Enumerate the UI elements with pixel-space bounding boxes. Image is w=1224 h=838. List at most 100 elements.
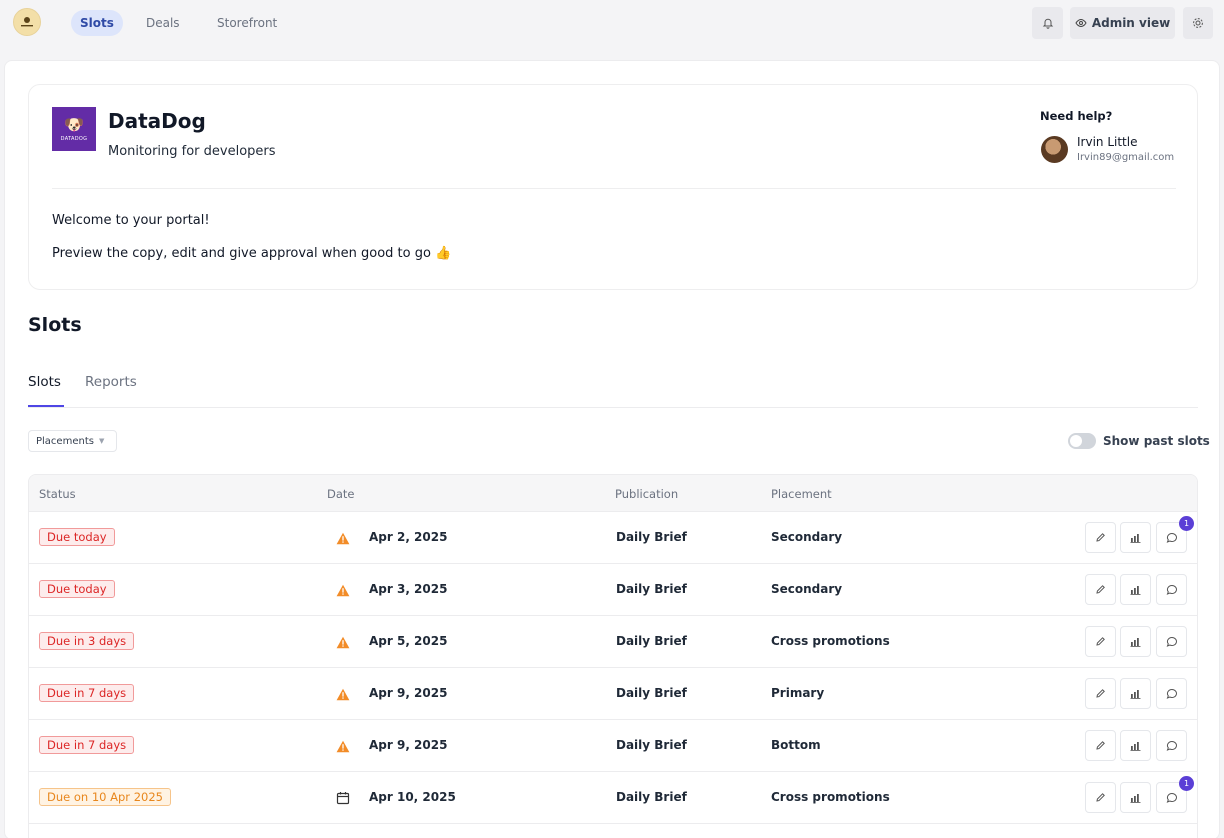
placement-name: Secondary bbox=[771, 582, 843, 596]
stats-icon bbox=[1130, 742, 1141, 751]
comment-icon bbox=[1166, 584, 1177, 595]
main-panel: 🐶 DATADOG DataDog Monitoring for develop… bbox=[4, 60, 1220, 838]
table-row[interactable]: Due in 7 days Apr 9, 2025 Daily Brief Botto… bbox=[29, 720, 1197, 772]
table-row[interactable]: Due in 7 days Apr 9, 2025 Daily Brief Prima… bbox=[29, 668, 1197, 720]
slot-date: Apr 2, 2025 bbox=[369, 530, 448, 544]
date-icon bbox=[330, 577, 356, 603]
date-icon bbox=[330, 525, 356, 551]
stats-button[interactable] bbox=[1120, 678, 1151, 709]
edit-button[interactable] bbox=[1085, 574, 1116, 605]
calendar-icon bbox=[336, 792, 350, 805]
comments-button[interactable] bbox=[1156, 678, 1187, 709]
stats-button[interactable] bbox=[1120, 574, 1151, 605]
pencil-icon bbox=[1096, 637, 1105, 646]
tab-slots[interactable]: Slots bbox=[28, 374, 61, 390]
stats-button[interactable] bbox=[1120, 626, 1151, 657]
table-header: Status Date Publication Placement bbox=[29, 475, 1197, 512]
avatar bbox=[1041, 136, 1068, 163]
top-nav: Slots Deals Storefront Admin view bbox=[4, 4, 1220, 44]
placement-name: Secondary bbox=[771, 530, 843, 544]
publication-name: Daily Brief bbox=[616, 790, 687, 804]
dog-icon: 🐶 bbox=[64, 114, 84, 134]
pencil-icon bbox=[1096, 741, 1105, 750]
card-divider bbox=[52, 188, 1176, 189]
column-header-date: Date bbox=[327, 487, 355, 501]
slot-date: Apr 5, 2025 bbox=[369, 634, 448, 648]
gear-icon bbox=[1193, 18, 1203, 28]
date-icon bbox=[330, 785, 356, 811]
warning-icon bbox=[336, 532, 350, 544]
slots-table: Status Date Publication Placement Due to… bbox=[28, 474, 1198, 838]
brand-logo-icon[interactable] bbox=[13, 8, 41, 36]
warning-icon bbox=[336, 740, 350, 752]
placement-name: Bottom bbox=[771, 738, 821, 752]
date-icon bbox=[330, 733, 356, 759]
comment-icon bbox=[1166, 636, 1177, 647]
stats-button[interactable] bbox=[1120, 730, 1151, 761]
stats-button[interactable] bbox=[1120, 522, 1151, 553]
status-badge: Due today bbox=[39, 580, 115, 598]
show-past-slots-toggle[interactable] bbox=[1068, 433, 1096, 449]
warning-icon bbox=[336, 584, 350, 596]
edit-button[interactable] bbox=[1085, 522, 1116, 553]
placement-name: Primary bbox=[771, 686, 825, 700]
warning-icon bbox=[336, 636, 350, 648]
notifications-button[interactable] bbox=[1032, 7, 1063, 39]
comment-count-badge: 1 bbox=[1179, 516, 1194, 531]
edit-button[interactable] bbox=[1085, 730, 1116, 761]
contact-email[interactable]: Irvin89@gmail.com bbox=[1077, 152, 1174, 163]
comments-button[interactable] bbox=[1156, 730, 1187, 761]
placements-filter-label: Placements bbox=[36, 435, 94, 447]
pencil-icon bbox=[1096, 793, 1105, 802]
nav-item-deals[interactable]: Deals bbox=[137, 10, 189, 36]
column-header-placement: Placement bbox=[771, 487, 832, 501]
stats-icon bbox=[1130, 586, 1141, 595]
stats-icon bbox=[1130, 690, 1141, 699]
publication-name: Daily Brief bbox=[616, 634, 687, 648]
datadog-logo: 🐶 DATADOG bbox=[52, 107, 96, 151]
edit-button[interactable] bbox=[1085, 782, 1116, 813]
table-row[interactable]: Due on 10 Apr 2025 Apr 10, 2025 Daily Brie… bbox=[29, 772, 1197, 824]
publication-name: Daily Brief bbox=[616, 686, 687, 700]
column-header-publication: Publication bbox=[615, 487, 679, 501]
stats-icon bbox=[1130, 638, 1141, 647]
show-past-slots-label: Show past slots bbox=[1103, 434, 1210, 448]
publication-name: Daily Brief bbox=[616, 582, 687, 596]
brand-subtitle: Monitoring for developers bbox=[108, 144, 276, 159]
stats-icon bbox=[1130, 534, 1141, 543]
chevron-down-icon: ▼ bbox=[98, 437, 105, 445]
comment-icon bbox=[1166, 740, 1177, 751]
pencil-icon bbox=[1096, 585, 1105, 594]
status-badge: Due on 10 Apr 2025 bbox=[39, 788, 171, 806]
date-icon bbox=[330, 629, 356, 655]
publication-name: Daily Brief bbox=[616, 530, 687, 544]
tab-reports[interactable]: Reports bbox=[85, 374, 137, 390]
column-header-status: Status bbox=[39, 487, 76, 501]
admin-view-button[interactable]: Admin view bbox=[1070, 7, 1175, 39]
comment-icon bbox=[1166, 792, 1177, 803]
placement-name: Cross promotions bbox=[771, 634, 890, 648]
slot-date: Apr 10, 2025 bbox=[369, 790, 456, 804]
table-row[interactable]: Due today Apr 2, 2025 Daily Brief Secondary… bbox=[29, 512, 1197, 564]
comment-count-badge: 1 bbox=[1179, 776, 1194, 791]
table-row[interactable]: Due in 3 days Apr 5, 2025 Daily Brief Cross… bbox=[29, 616, 1197, 668]
stats-button[interactable] bbox=[1120, 782, 1151, 813]
welcome-message: Welcome to your portal! bbox=[52, 213, 210, 228]
edit-button[interactable] bbox=[1085, 678, 1116, 709]
comment-icon bbox=[1166, 532, 1177, 543]
edit-button[interactable] bbox=[1085, 626, 1116, 657]
placements-filter[interactable]: Placements ▼ bbox=[28, 430, 117, 452]
page-title: Slots bbox=[28, 314, 82, 336]
comment-icon bbox=[1166, 688, 1177, 699]
contact-name: Irvin Little bbox=[1077, 135, 1138, 149]
settings-button[interactable] bbox=[1183, 7, 1213, 39]
nav-item-slots[interactable]: Slots bbox=[71, 10, 123, 36]
brand-name: DataDog bbox=[108, 109, 206, 133]
pencil-icon bbox=[1096, 689, 1105, 698]
table-row[interactable]: Due today Apr 3, 2025 Daily Brief Secondary bbox=[29, 564, 1197, 616]
comments-button[interactable] bbox=[1156, 574, 1187, 605]
comments-button[interactable] bbox=[1156, 626, 1187, 657]
nav-item-storefront[interactable]: Storefront bbox=[208, 10, 286, 36]
admin-view-label: Admin view bbox=[1091, 16, 1171, 30]
welcome-instructions: Preview the copy, edit and give approval… bbox=[52, 246, 452, 261]
